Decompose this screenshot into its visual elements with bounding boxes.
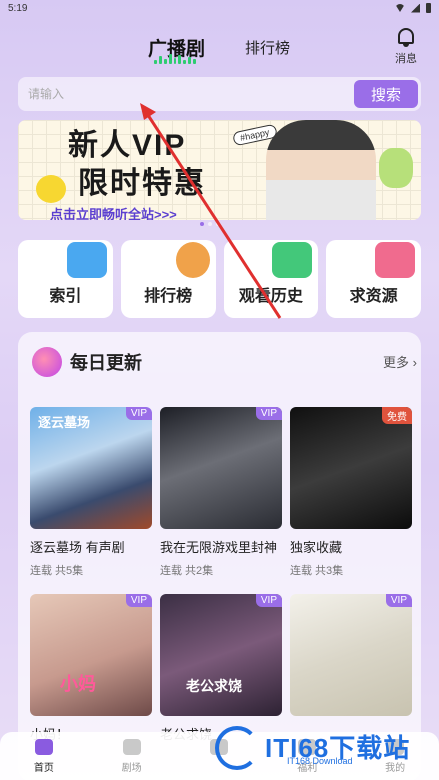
tab-home[interactable]: 首页 [0, 732, 88, 780]
quick-request-label: 求资源 [349, 288, 398, 305]
quick-ranking-button[interactable]: 排行榜 [120, 240, 216, 318]
cover-title: 小妈 [60, 674, 96, 694]
quick-history-label: 观看历史 [238, 288, 303, 305]
free-badge: 免费 [382, 407, 412, 424]
drama-status: 连载 共3集 [290, 565, 344, 577]
status-time: 5:19 [8, 3, 28, 14]
drama-cover: 小妈 VIP [30, 594, 152, 716]
chevron-right-icon: › [409, 355, 417, 370]
drama-cover: VIP [160, 407, 282, 529]
drama-card[interactable]: VIP 我在无限游戏里封神 连载 共2集 [160, 407, 282, 584]
watermark: ITI68下载站 IT168 Download [215, 722, 435, 772]
drama-grid: 逐云墓场 VIP 逐云墓场 有声剧 连载 共5集 VIP 我在无限游戏里封神 连… [30, 407, 412, 771]
vip-badge: VIP [255, 407, 282, 420]
quick-request-button[interactable]: 求资源 [326, 240, 421, 318]
banner-link: 点击立即畅听全站>>> [50, 207, 177, 220]
drama-cover: 老公求饶 VIP [160, 594, 282, 716]
drama-status: 连载 共5集 [30, 565, 84, 577]
tab-theater-label: 剧场 [121, 763, 142, 774]
status-bar: 5:19 [0, 0, 439, 18]
drama-title: 我在无限游戏里封神 [160, 540, 278, 555]
bell-icon [398, 28, 414, 47]
drama-card[interactable]: 免费 独家收藏 连载 共3集 [290, 407, 412, 584]
wifi-icon [395, 4, 405, 12]
search-bar: 搜索 [18, 77, 421, 111]
promo-banner[interactable]: 新人VIP 限时特惠 点击立即畅听全站>>> #happy [18, 120, 421, 220]
quick-actions: 索引 排行榜 观看历史 求资源 [18, 240, 421, 318]
chick-sticker-icon [36, 175, 66, 203]
quick-history-button[interactable]: 观看历史 [223, 240, 319, 318]
banner-character-art [266, 120, 376, 220]
folder-search-icon [375, 242, 415, 278]
tab-ranking[interactable]: 排行榜 [245, 37, 290, 58]
tab-radio-drama[interactable]: 广播剧 [148, 34, 205, 64]
drama-status: 连载 共2集 [160, 565, 214, 577]
daily-updates-section: 每日更新 更多 › 逐云墓场 VIP 逐云墓场 有声剧 连载 共5集 VIP 我… [18, 332, 421, 780]
trophy-icon [175, 242, 210, 278]
drama-cover: VIP [290, 594, 412, 716]
video-play-icon [66, 242, 107, 278]
search-input[interactable] [18, 77, 348, 111]
home-icon [34, 739, 53, 755]
bunny-sticker-icon [379, 148, 413, 188]
tv-icon [122, 739, 141, 755]
drama-cover: 免费 [290, 407, 412, 529]
vip-badge: VIP [385, 594, 412, 607]
banner-subtitle: 限时特惠 [78, 167, 206, 200]
quick-ranking-label: 排行榜 [144, 288, 193, 305]
drama-title: 独家收藏 [290, 540, 343, 555]
daily-updates-title: 每日更新 [70, 353, 142, 373]
daily-updates-icon [32, 347, 62, 377]
vip-badge: VIP [125, 594, 152, 607]
message-button[interactable]: 消息 [391, 28, 421, 66]
cover-title: 老公求饶 [186, 678, 242, 694]
signal-icon [411, 3, 420, 13]
history-play-icon [272, 242, 313, 278]
battery-icon [426, 3, 431, 13]
vip-badge: VIP [255, 594, 282, 607]
drama-cover: 逐云墓场 VIP [30, 407, 152, 529]
watermark-logo-icon [215, 726, 259, 770]
drama-title: 逐云墓场 有声剧 [30, 540, 125, 555]
search-button[interactable]: 搜索 [354, 80, 418, 108]
active-tab-wave-icon [154, 54, 197, 64]
quick-index-label: 索引 [49, 288, 82, 305]
top-nav: 广播剧 排行榜 消息 [0, 28, 439, 68]
cover-title: 逐云墓场 [38, 415, 91, 430]
tab-theater[interactable]: 剧场 [88, 732, 176, 780]
more-link[interactable]: 更多 › [383, 352, 417, 371]
banner-pagination [200, 222, 220, 226]
tab-home-label: 首页 [33, 763, 54, 774]
quick-index-button[interactable]: 索引 [18, 240, 113, 318]
vip-badge: VIP [125, 407, 152, 420]
watermark-sub: IT168 Download [287, 756, 353, 766]
message-label: 消息 [395, 53, 417, 65]
drama-card[interactable]: 逐云墓场 VIP 逐云墓场 有声剧 连载 共5集 [30, 407, 152, 584]
